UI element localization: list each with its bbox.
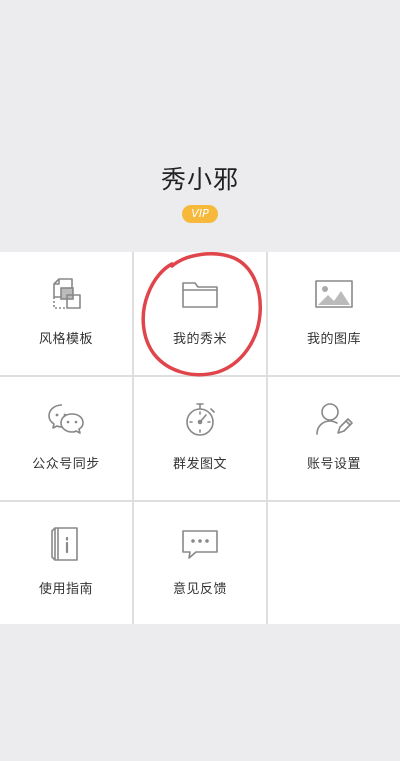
profile-header: 秀小邪 VIP <box>0 0 400 252</box>
menu-item-my-xiumi[interactable]: 我的秀米 <box>134 252 266 375</box>
menu-item-feedback[interactable]: 意见反馈 <box>134 502 266 624</box>
menu-item-label: 意见反馈 <box>172 582 227 597</box>
menu-item-wechat-sync[interactable]: 公众号同步 <box>0 377 132 500</box>
user-edit-icon <box>314 399 354 439</box>
menu-grid: 风格模板 我的秀米 我的图库 公众号同步 群发图文 账号设置 使用指南 意见反馈 <box>0 252 400 624</box>
menu-item-label: 我的秀米 <box>172 332 227 347</box>
menu-item-label: 账号设置 <box>306 457 361 472</box>
image-gallery-icon <box>314 274 354 314</box>
menu-item-label: 公众号同步 <box>32 457 100 472</box>
app-screen: 秀小邪 VIP 风格模板 我的秀米 我的图库 公众号同步 群发图文 账号设置 使… <box>0 0 400 761</box>
feedback-chat-icon <box>180 524 220 564</box>
folder-icon <box>180 274 220 314</box>
bottom-blank-area <box>0 624 400 761</box>
menu-item-style-template[interactable]: 风格模板 <box>0 252 132 375</box>
menu-item-label: 风格模板 <box>38 332 93 347</box>
menu-item-label: 使用指南 <box>38 582 93 597</box>
menu-item-label: 群发图文 <box>172 457 227 472</box>
style-template-icon <box>46 274 86 314</box>
menu-item-user-guide[interactable]: 使用指南 <box>0 502 132 624</box>
stopwatch-icon <box>180 399 220 439</box>
menu-item-account-settings[interactable]: 账号设置 <box>268 377 400 500</box>
guide-book-icon <box>46 524 86 564</box>
menu-item-my-gallery[interactable]: 我的图库 <box>268 252 400 375</box>
username: 秀小邪 <box>160 165 239 194</box>
vip-badge: VIP <box>182 205 218 223</box>
menu-empty-cell <box>268 502 400 624</box>
wechat-icon <box>46 399 86 439</box>
menu-item-mass-send[interactable]: 群发图文 <box>134 377 266 500</box>
menu-item-label: 我的图库 <box>306 332 361 347</box>
